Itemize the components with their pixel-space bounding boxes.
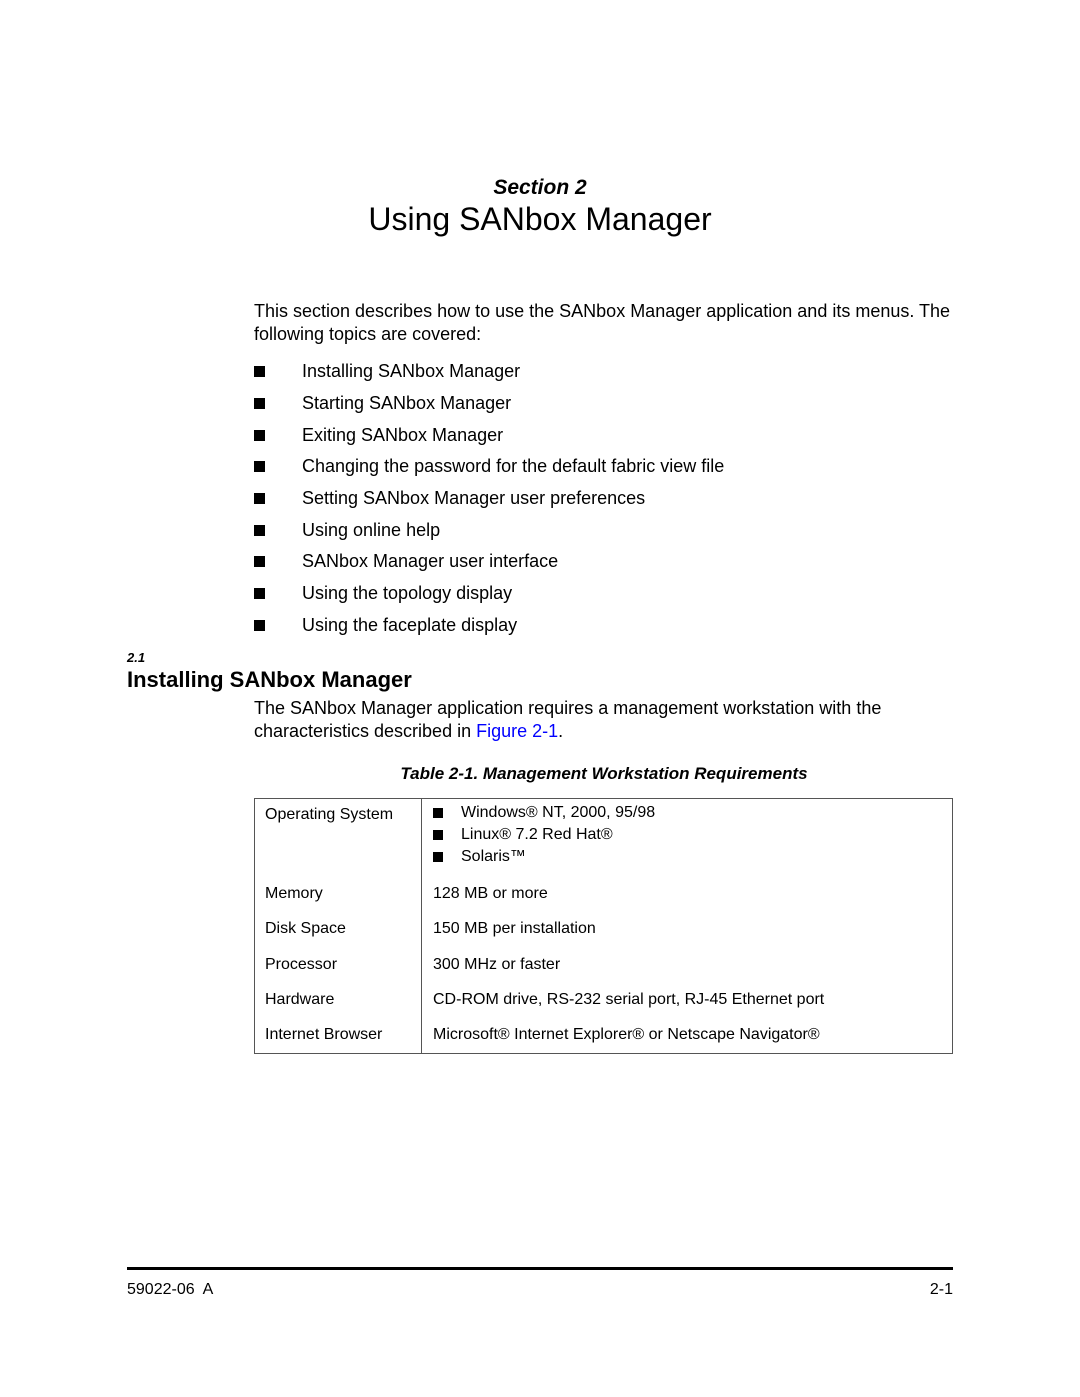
intro-paragraph: This section describes how to use the SA… — [254, 301, 951, 344]
table-caption: Table 2-1. Management Workstation Requir… — [400, 764, 808, 783]
section-body-period: . — [558, 721, 564, 741]
list-item: Exiting SANbox Manager — [254, 419, 724, 451]
topic-text: Setting SANbox Manager user preferences — [302, 488, 646, 509]
list-item: Using the topology display — [254, 578, 724, 610]
topic-text: Exiting SANbox Manager — [302, 424, 504, 445]
page-title: Using SANbox Manager — [368, 201, 712, 237]
topic-list: Installing SANbox Manager Starting SANbo… — [254, 356, 724, 641]
square-bullet-icon — [254, 461, 265, 473]
list-item: Starting SANbox Manager — [254, 388, 724, 420]
topic-text: SANbox Manager user interface — [302, 551, 559, 572]
os-list-item: Solaris™ — [433, 846, 655, 868]
table-row-label: Memory — [265, 885, 323, 902]
topic-text: Starting SANbox Manager — [302, 393, 512, 414]
square-bullet-icon — [254, 398, 265, 410]
list-item: Using the faceplate display — [254, 610, 724, 642]
section-number: 2.1 — [127, 650, 146, 665]
table-row-label: Internet Browser — [265, 1026, 383, 1043]
topic-text: Using online help — [302, 519, 441, 540]
topic-text: Using the faceplate display — [302, 614, 518, 635]
square-bullet-icon — [254, 588, 265, 600]
topic-text: Installing SANbox Manager — [302, 361, 521, 382]
section-body-text: The SANbox Manager application requires … — [254, 698, 882, 741]
square-bullet-icon — [254, 619, 265, 631]
square-bullet-icon — [254, 429, 265, 441]
page-number: 2-1 — [929, 1281, 953, 1298]
square-bullet-icon — [433, 830, 443, 840]
square-bullet-icon — [433, 808, 443, 818]
section-heading: Installing SANbox Manager — [127, 667, 412, 692]
document-number: 59022-06 A — [127, 1281, 214, 1298]
table-row-value: 150 MB per installation — [433, 920, 596, 937]
table-row-value: CD-ROM drive, RS-232 serial port, RJ-45 … — [433, 991, 825, 1008]
section-body: The SANbox Manager application requires … — [254, 697, 954, 743]
list-item: Using online help — [254, 514, 724, 546]
table-row-label: Disk Space — [265, 920, 346, 937]
square-bullet-icon — [254, 556, 265, 568]
list-item: Installing SANbox Manager — [254, 356, 724, 388]
table-row-value: Microsoft® Internet Explorer® or Netscap… — [433, 1026, 820, 1043]
topic-text: Using the topology display — [302, 583, 513, 604]
os-name: Solaris™ — [461, 848, 526, 865]
square-bullet-icon — [433, 852, 443, 862]
list-item: Setting SANbox Manager user preferences — [254, 483, 724, 515]
os-list-item: Linux® 7.2 Red Hat® — [433, 824, 655, 846]
list-item: SANbox Manager user interface — [254, 546, 724, 578]
table-row-value: Windows® NT, 2000, 95/98 Linux® 7.2 Red … — [433, 802, 655, 868]
table-row-value: 300 MHz or faster — [433, 956, 561, 973]
table-row-label: Processor — [265, 956, 338, 973]
footer-rule — [127, 1267, 953, 1270]
list-item: Changing the password for the default fa… — [254, 451, 724, 483]
table-column-divider — [421, 798, 422, 1054]
topic-text: Changing the password for the default fa… — [302, 456, 725, 477]
os-name: Linux® 7.2 Red Hat® — [461, 826, 613, 843]
figure-link[interactable]: Figure 2-1 — [476, 721, 558, 741]
os-list-item: Windows® NT, 2000, 95/98 — [433, 802, 655, 824]
table-row-value: 128 MB or more — [433, 885, 548, 902]
table-row-label: Operating System — [265, 806, 394, 823]
table-row-label: Hardware — [265, 991, 335, 1008]
square-bullet-icon — [254, 524, 265, 536]
os-name: Windows® NT, 2000, 95/98 — [461, 804, 656, 821]
square-bullet-icon — [254, 493, 265, 505]
square-bullet-icon — [254, 366, 265, 378]
